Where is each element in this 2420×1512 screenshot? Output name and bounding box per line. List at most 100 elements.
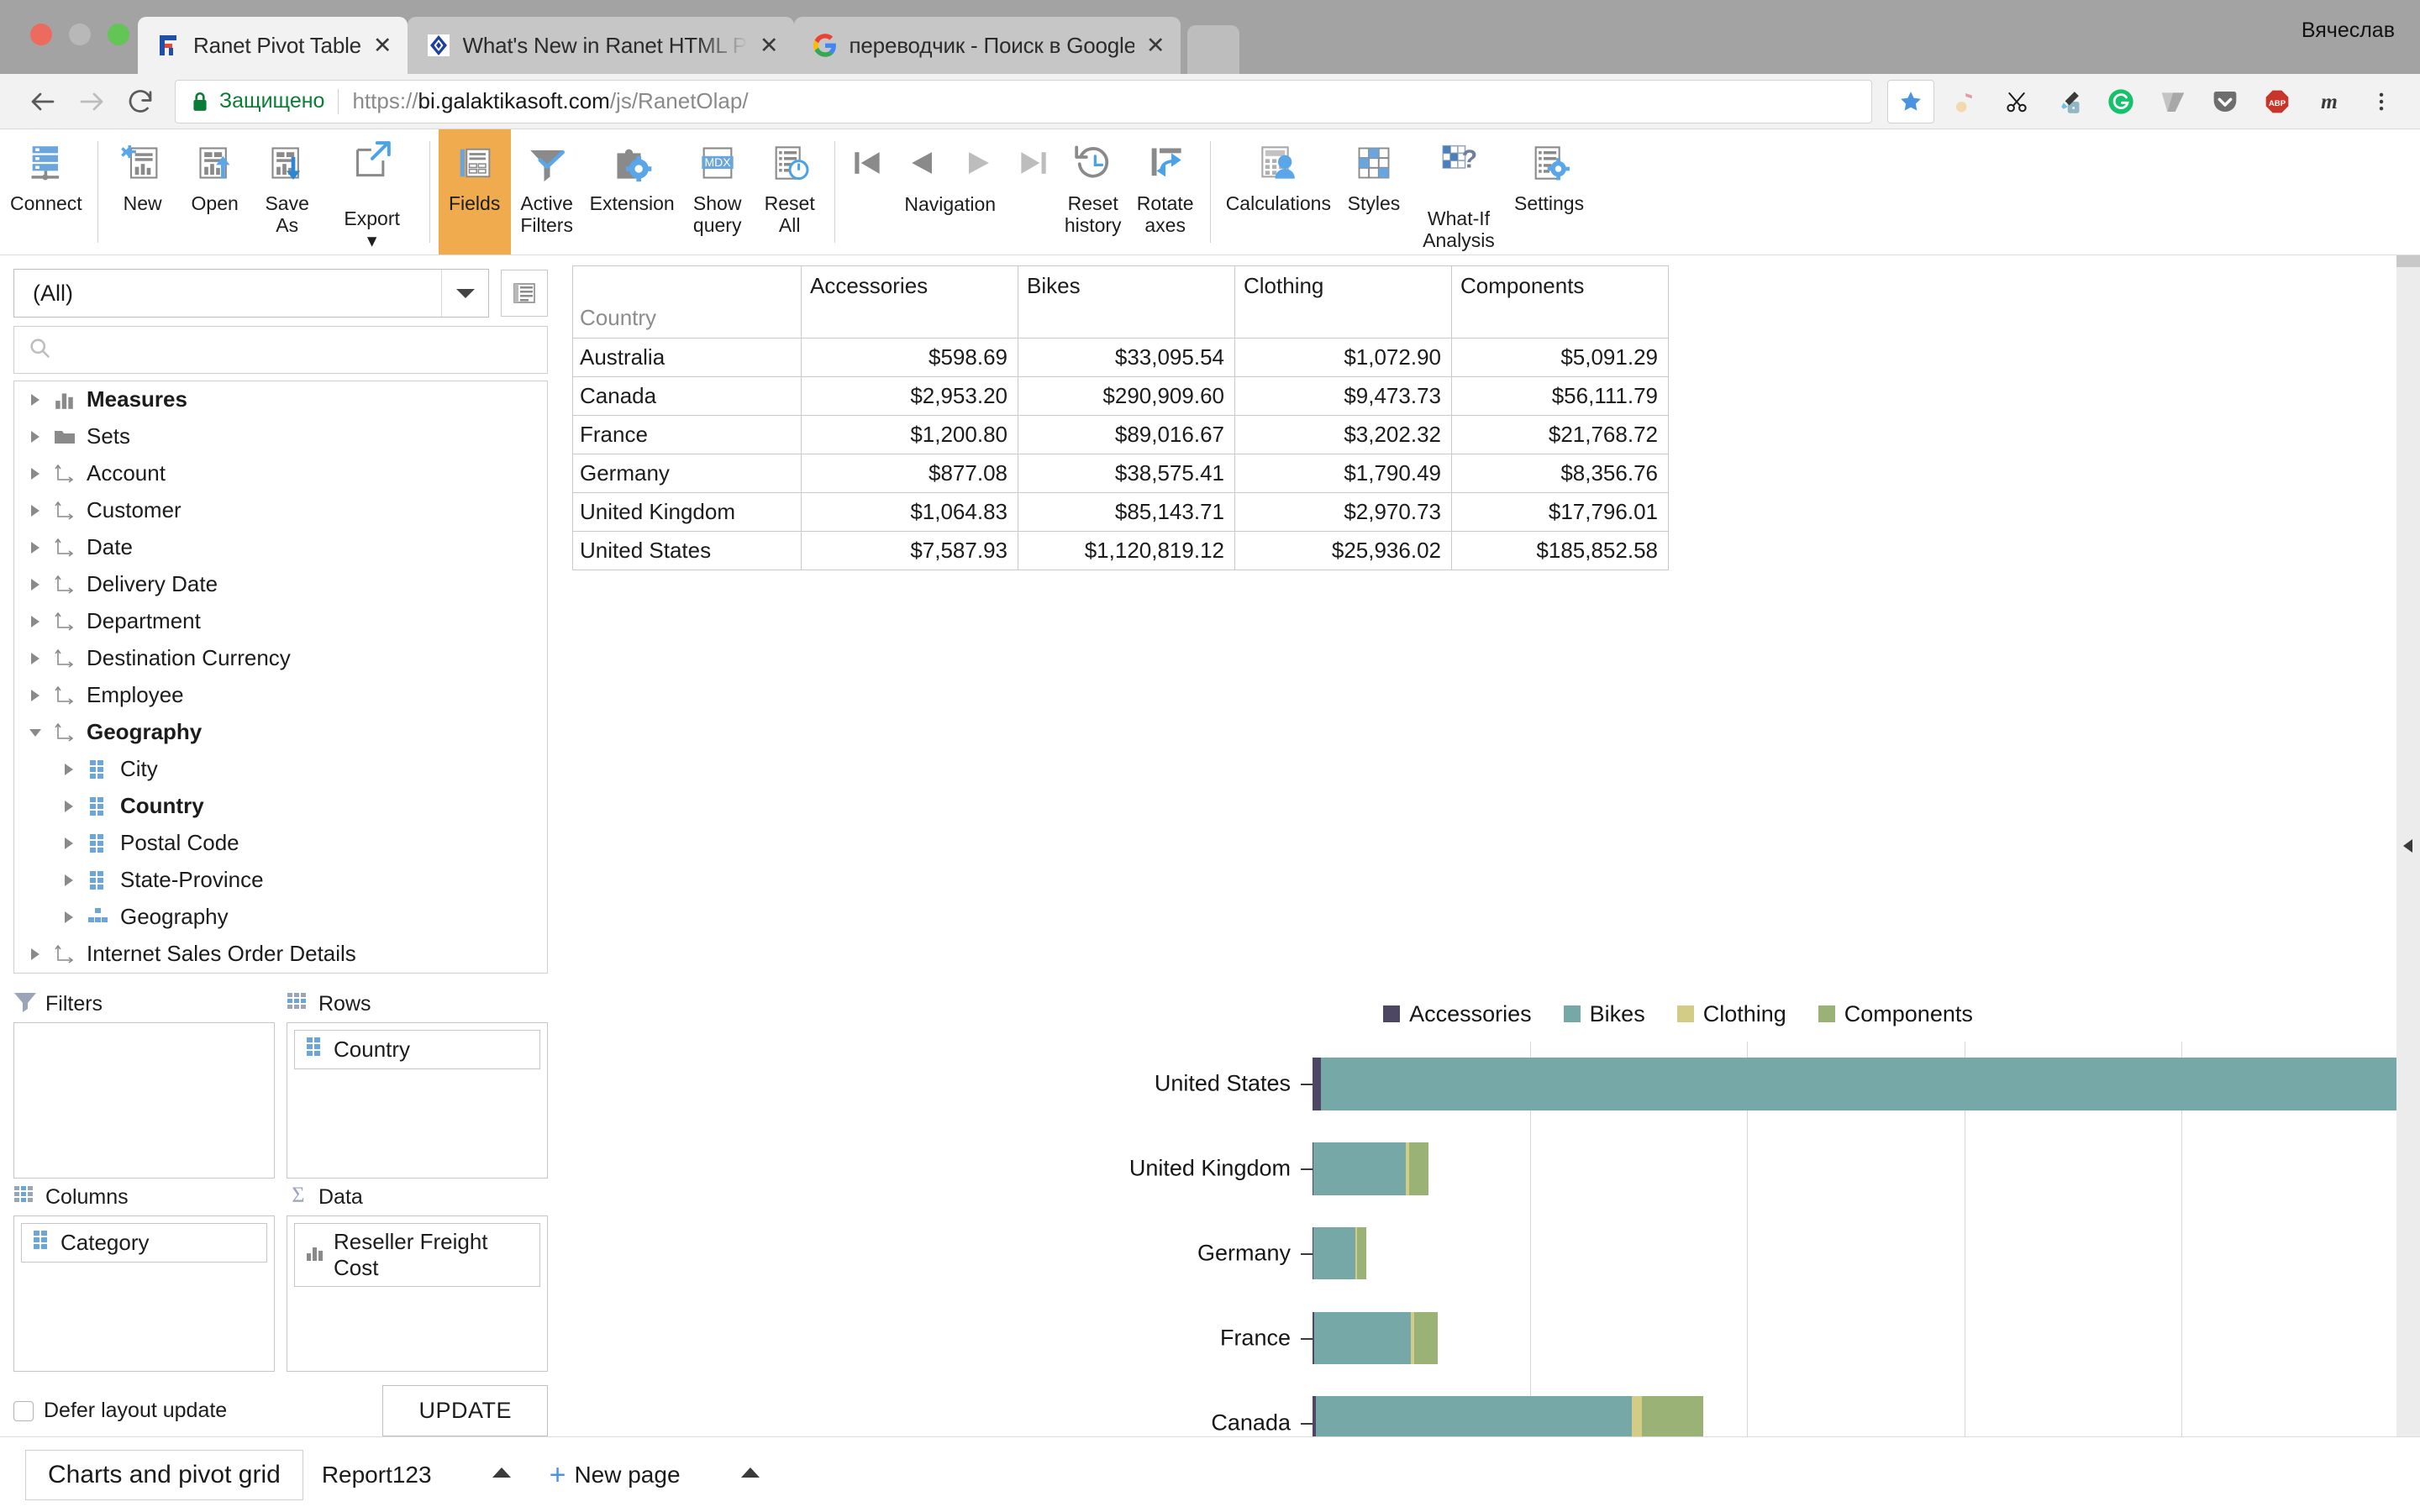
pivot-cell-2-2[interactable]: $3,202.32 bbox=[1234, 415, 1452, 454]
tree-expand-icon[interactable] bbox=[23, 688, 48, 703]
maximize-window-button[interactable] bbox=[108, 24, 129, 45]
pivot-row-header[interactable]: United States bbox=[572, 531, 802, 570]
tree-expand-icon[interactable] bbox=[23, 503, 48, 518]
tree-item-department[interactable]: Department bbox=[14, 603, 547, 640]
tree-item-date[interactable]: Date bbox=[14, 529, 547, 566]
pivot-cell-1-2[interactable]: $9,473.73 bbox=[1234, 376, 1452, 416]
pivot-cell-0-3[interactable]: $5,091.29 bbox=[1451, 338, 1669, 377]
pivot-cell-5-3[interactable]: $185,852.58 bbox=[1451, 531, 1669, 570]
tree-expand-icon[interactable] bbox=[23, 651, 48, 666]
rotate-axes-button[interactable]: Rotate axes bbox=[1129, 129, 1202, 255]
pivot-cell-2-1[interactable]: $89,016.67 bbox=[1018, 415, 1235, 454]
minimize-window-button[interactable] bbox=[69, 24, 91, 45]
report-name-label[interactable]: Report123 bbox=[322, 1462, 432, 1488]
tree-expand-icon[interactable] bbox=[56, 910, 82, 925]
pivot-cell-4-0[interactable]: $1,064.83 bbox=[801, 492, 1018, 532]
defer-checkbox[interactable] bbox=[13, 1400, 34, 1421]
pivot-cell-4-1[interactable]: $85,143.71 bbox=[1018, 492, 1235, 532]
tree-item-geography[interactable]: Geography bbox=[14, 899, 547, 936]
tree-expand-icon[interactable] bbox=[23, 577, 48, 592]
legend-item-accessories[interactable]: Accessories bbox=[1383, 1001, 1532, 1027]
pivot-cell-1-0[interactable]: $2,953.20 bbox=[801, 376, 1018, 416]
browser-profile-name[interactable]: Вячеслав bbox=[2302, 18, 2395, 43]
pocket-icon[interactable] bbox=[2208, 85, 2242, 118]
connect-button[interactable]: Connect bbox=[3, 129, 89, 255]
save-as-button[interactable]: Save As bbox=[251, 129, 324, 255]
zone-data-dropzone[interactable]: Reseller Freight Cost bbox=[287, 1215, 548, 1372]
chart-segment-components[interactable] bbox=[1409, 1142, 1429, 1195]
tree-expand-icon[interactable] bbox=[56, 799, 82, 814]
pivot-col-header-3[interactable]: Components bbox=[1451, 265, 1669, 339]
browser-tab-1[interactable]: What's New in Ranet HTML Piv ✕ bbox=[407, 17, 794, 74]
chart-segment-bikes[interactable] bbox=[1313, 1311, 1411, 1365]
last-page-icon[interactable] bbox=[1015, 144, 1052, 181]
pivot-cell-0-0[interactable]: $598.69 bbox=[801, 338, 1018, 377]
back-icon[interactable] bbox=[18, 77, 67, 126]
pivot-cell-3-2[interactable]: $1,790.49 bbox=[1234, 454, 1452, 493]
caret-up-icon-2[interactable] bbox=[739, 1465, 761, 1484]
pivot-row-header[interactable]: Australia bbox=[572, 338, 802, 377]
tree-item-employee[interactable]: Employee bbox=[14, 677, 547, 714]
close-tab-icon[interactable]: ✕ bbox=[760, 34, 779, 57]
pivot-cell-5-1[interactable]: $1,120,819.12 bbox=[1018, 531, 1235, 570]
chart-bar-germany[interactable] bbox=[1313, 1226, 1367, 1280]
fields-tree[interactable]: Measures Sets Account Customer Date Delivery … bbox=[13, 380, 548, 974]
new-tab-button[interactable] bbox=[1186, 25, 1239, 74]
reload-icon[interactable] bbox=[116, 77, 165, 126]
close-tab-icon[interactable]: ✕ bbox=[373, 34, 392, 57]
tree-item-internet-sales-order-details[interactable]: Internet Sales Order Details bbox=[14, 936, 547, 973]
tree-item-measures[interactable]: Measures bbox=[14, 381, 547, 418]
first-page-icon[interactable] bbox=[849, 144, 886, 181]
scrollbar-thumb[interactable] bbox=[2396, 255, 2420, 267]
tree-expand-icon[interactable] bbox=[23, 947, 48, 962]
tree-expand-icon[interactable] bbox=[23, 466, 48, 481]
extension-button[interactable]: Extension bbox=[583, 129, 681, 255]
chart-bar-united-states[interactable] bbox=[1313, 1058, 2420, 1110]
active-filters-button[interactable]: Active Filters bbox=[511, 129, 583, 255]
zone-filters-dropzone[interactable] bbox=[13, 1022, 275, 1179]
reset-history-button[interactable]: Reset history bbox=[1057, 129, 1129, 255]
settings-button[interactable]: Settings bbox=[1507, 129, 1591, 255]
pivot-cell-0-1[interactable]: $33,095.54 bbox=[1018, 338, 1235, 377]
open-button[interactable]: Open bbox=[179, 129, 251, 255]
what-if-analysis-button[interactable]: ? What-If Analysis ▾ bbox=[1410, 129, 1507, 272]
export-button[interactable]: Export ▾ bbox=[324, 129, 421, 255]
zone-rows-dropzone[interactable]: Country bbox=[287, 1022, 548, 1179]
scissors-icon[interactable] bbox=[2000, 85, 2033, 118]
tree-item-postal-code[interactable]: Postal Code bbox=[14, 825, 547, 862]
chart-segment-components[interactable] bbox=[1642, 1396, 1703, 1436]
calculations-button[interactable]: Calculations bbox=[1219, 129, 1338, 255]
chart-bar-canada[interactable] bbox=[1313, 1396, 1703, 1436]
new-button[interactable]: New bbox=[107, 129, 179, 255]
tree-expand-icon[interactable] bbox=[56, 836, 82, 851]
chrome-menu-icon[interactable] bbox=[2365, 85, 2398, 118]
tree-expand-icon[interactable] bbox=[56, 873, 82, 888]
field-chip-reseller-freight-cost[interactable]: Reseller Freight Cost bbox=[294, 1223, 540, 1287]
browser-tab-0[interactable]: Ranet Pivot Table ✕ bbox=[138, 17, 408, 74]
tree-item-sets[interactable]: Sets bbox=[14, 418, 547, 455]
field-search-box[interactable] bbox=[13, 326, 548, 374]
pivot-cell-1-1[interactable]: $290,909.60 bbox=[1018, 376, 1235, 416]
chart-bar-france[interactable] bbox=[1313, 1311, 1438, 1365]
tree-expand-icon[interactable] bbox=[23, 392, 48, 407]
chart-segment-components[interactable] bbox=[1357, 1226, 1367, 1280]
tree-item-geography[interactable]: Geography bbox=[14, 714, 547, 751]
pivot-cell-1-3[interactable]: $56,111.79 bbox=[1451, 376, 1669, 416]
adblock-plus-icon[interactable]: ABP bbox=[2260, 85, 2294, 118]
pivot-cell-4-3[interactable]: $17,796.01 bbox=[1451, 492, 1669, 532]
pivot-row-header[interactable]: Canada bbox=[572, 376, 802, 416]
chevron-down-icon[interactable] bbox=[441, 270, 488, 317]
tree-expand-icon[interactable] bbox=[23, 614, 48, 629]
tree-item-delivery-date[interactable]: Delivery Date bbox=[14, 566, 547, 603]
close-window-button[interactable] bbox=[30, 24, 52, 45]
search-input[interactable] bbox=[60, 336, 534, 363]
tree-item-account[interactable]: Account bbox=[14, 455, 547, 492]
grammarly-icon[interactable] bbox=[2104, 85, 2138, 118]
sheet-tab[interactable]: Charts and pivot grid bbox=[25, 1449, 303, 1500]
chart-segment-bikes[interactable] bbox=[1313, 1142, 1407, 1195]
pivot-row-header[interactable]: Germany bbox=[572, 454, 802, 493]
tree-item-customer[interactable]: Customer bbox=[14, 492, 547, 529]
pivot-cell-2-3[interactable]: $21,768.72 bbox=[1451, 415, 1669, 454]
vee-icon[interactable] bbox=[2156, 85, 2190, 118]
chart-segment-accessories[interactable] bbox=[1313, 1058, 1321, 1110]
